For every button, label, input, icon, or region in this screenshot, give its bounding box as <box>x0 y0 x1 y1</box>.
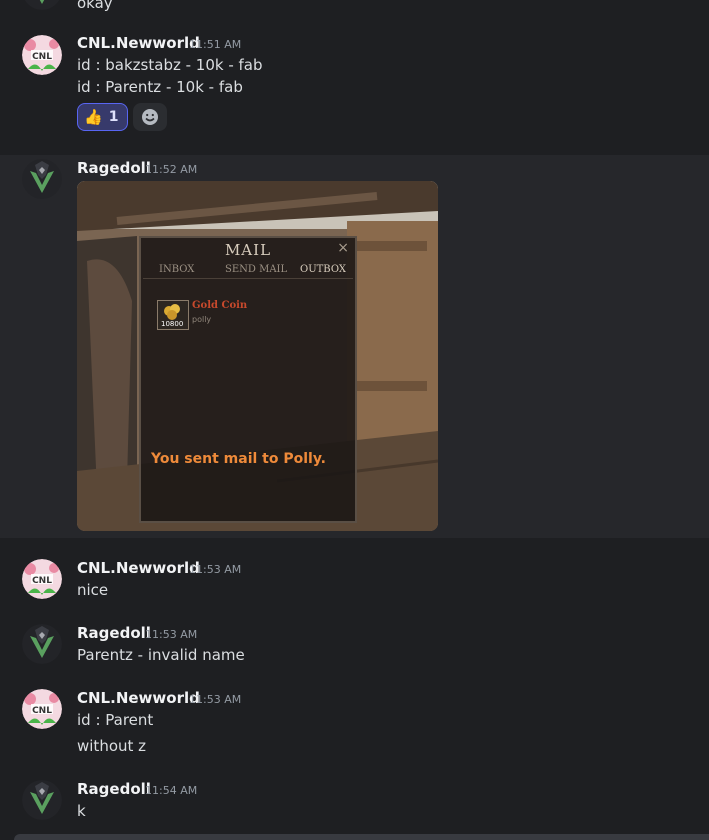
avatar-logo-text: CNL <box>32 576 52 586</box>
timestamp[interactable]: 11:53 AM <box>189 563 241 576</box>
message-line: id : Parentz - 10k - fab <box>77 78 243 96</box>
close-icon: × <box>337 240 349 256</box>
timestamp[interactable]: 11:52 AM <box>145 163 197 176</box>
message-cnl-parent: CNL CNL.Newworld 11:53 AM id : Parent wi… <box>0 683 709 768</box>
message-line: nice <box>77 581 109 599</box>
avatar-cnl-newworld[interactable]: CNL <box>22 35 62 75</box>
author-name[interactable]: Ragedoll <box>77 624 151 642</box>
avatar-logo-text: CNL <box>32 52 52 62</box>
timestamp[interactable]: 11:53 AM <box>189 693 241 706</box>
message-line: Parentz - invalid name <box>77 646 245 664</box>
mail-item-recipient: polly <box>192 315 212 324</box>
timestamp[interactable]: 11:53 AM <box>145 628 197 641</box>
message-ragedoll-invalid: Ragedoll 11:53 AM Parentz - invalid name <box>0 618 709 678</box>
avatar-ragedoll[interactable] <box>22 780 62 820</box>
tab-divider <box>143 278 353 279</box>
message-cnl-nice: CNL CNL.Newworld 11:53 AM nice <box>0 553 709 613</box>
tab-inbox: INBOX <box>159 264 195 275</box>
author-name[interactable]: Ragedoll <box>77 159 151 177</box>
smiley-face-icon <box>142 109 158 125</box>
avatar-cnl-newworld[interactable]: CNL <box>22 559 62 599</box>
author-name[interactable]: CNL.Newworld <box>77 689 200 707</box>
mail-status-message: You sent mail to Polly. <box>151 451 326 467</box>
message-line: without z <box>77 737 147 755</box>
reaction-count: 1 <box>108 109 119 125</box>
item-quantity: 10800 <box>161 320 184 328</box>
message-line: id : bakzstabz - 10k - fab <box>77 56 263 74</box>
message-ragedoll-k: Ragedoll 11:54 AM k <box>0 774 709 829</box>
message-line: k <box>77 802 86 820</box>
add-reaction-button[interactable] <box>133 103 167 131</box>
image-attachment[interactable]: MAIL × INBOX SEND MAIL OUTBOX 10800 Gold… <box>77 181 438 531</box>
avatar-ragedoll[interactable] <box>22 159 62 199</box>
author-name[interactable]: CNL.Newworld <box>77 559 200 577</box>
avatar-ragedoll[interactable] <box>22 624 62 664</box>
mail-item-title: Gold Coin <box>192 300 248 311</box>
thumbs-up-icon: 👍 <box>84 108 103 126</box>
reaction-thumbs-up[interactable]: 👍 1 <box>77 103 128 131</box>
avatar-cnl-newworld[interactable]: CNL <box>22 689 62 729</box>
message-line: id : Parent <box>77 711 154 729</box>
message-cnl-1: CNL CNL.Newworld 11:51 AM id : bakzstabz… <box>0 0 709 140</box>
gold-coin-icon: 10800 <box>157 300 189 330</box>
timestamp[interactable]: 11:54 AM <box>145 784 197 797</box>
message-input-bar[interactable] <box>14 834 709 840</box>
tab-outbox: OUTBOX <box>300 264 346 275</box>
timestamp[interactable]: 11:51 AM <box>189 38 241 51</box>
mail-title: MAIL <box>224 241 272 259</box>
tab-send-mail: SEND MAIL <box>225 264 288 275</box>
avatar-logo-text: CNL <box>32 706 52 716</box>
mail-window: MAIL × INBOX SEND MAIL OUTBOX 10800 Gold… <box>139 236 357 523</box>
author-name[interactable]: Ragedoll <box>77 780 151 798</box>
author-name[interactable]: CNL.Newworld <box>77 34 200 52</box>
